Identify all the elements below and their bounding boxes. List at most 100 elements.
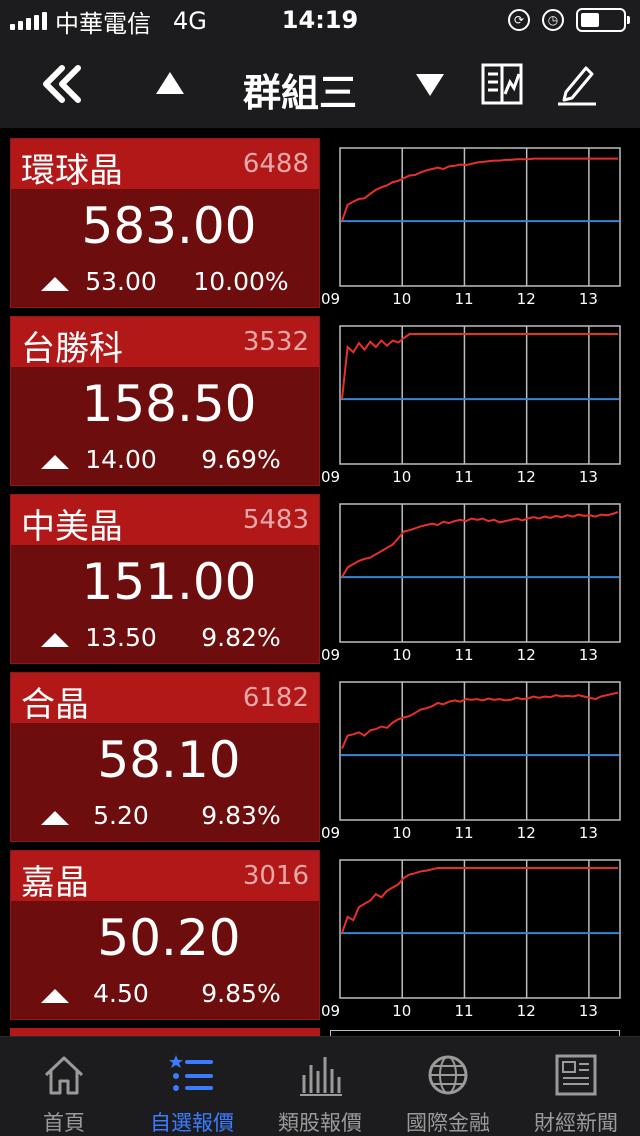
intraday-chart[interactable]: 09 10 11 12 13 (320, 316, 630, 486)
stock-row-partial[interactable] (10, 1028, 630, 1036)
x-tick-label: 10 (392, 646, 411, 664)
watchlist[interactable]: 環球晶 6488 583.00 53.00 10.00% 09 10 11 12 13 台勝科 353… (0, 128, 640, 1036)
price-change: 4.50 (93, 979, 149, 1008)
stock-code: 6182 (242, 683, 309, 713)
tab-label: 首頁 (43, 1111, 85, 1135)
stock-row[interactable]: 中美晶 5483 151.00 13.50 9.82% 09 10 11 12 13 (10, 494, 630, 664)
up-arrow-icon (41, 277, 69, 291)
x-tick-label: 09 (321, 646, 340, 664)
stock-row[interactable]: 合晶 6182 58.10 5.20 9.83% 09 10 11 12 13 (10, 672, 630, 842)
x-tick-label: 09 (321, 290, 340, 308)
stock-price: 158.50 (81, 375, 257, 433)
x-tick-label: 12 (517, 290, 536, 308)
x-tick-label: 10 (392, 824, 411, 842)
next-group-icon[interactable] (408, 62, 452, 106)
globe-icon (428, 1055, 468, 1095)
x-tick-label: 13 (579, 824, 598, 842)
up-arrow-icon (41, 989, 69, 1003)
tab-watchlist[interactable]: 自選報價 (128, 1037, 256, 1136)
intraday-chart[interactable]: 09 10 11 12 13 (320, 494, 630, 664)
stock-row[interactable]: 台勝科 3532 158.50 14.00 9.69% 09 10 11 12 13 (10, 316, 630, 486)
tab-financial-news[interactable]: 財經新聞 (512, 1037, 640, 1136)
status-bar: 中華電信 4G 14:19 ⟳ ◷ (0, 0, 640, 40)
tab-label: 類股報價 (278, 1111, 362, 1135)
stock-card-header: 台勝科 3532 (11, 317, 319, 369)
home-icon (44, 1056, 84, 1095)
price-change: 14.00 (85, 445, 157, 474)
stock-name: 合晶 (21, 685, 89, 725)
chart-frame (339, 325, 621, 465)
x-tick-label: 09 (321, 468, 340, 486)
battery-icon (576, 8, 630, 32)
stock-name: 台勝科 (21, 329, 123, 369)
x-tick-label: 13 (579, 1002, 598, 1020)
x-tick-label: 10 (392, 468, 411, 486)
price-change: 5.20 (93, 801, 149, 830)
chart-frame (339, 503, 621, 643)
chart-frame (339, 147, 621, 287)
percent-change: 9.82% (201, 623, 281, 652)
stock-name: 中美晶 (21, 507, 123, 547)
percent-change: 10.00% (193, 267, 289, 296)
tab-label: 自選報價 (150, 1111, 234, 1135)
stock-price: 151.00 (81, 553, 257, 611)
intraday-chart[interactable]: 09 10 11 12 13 (320, 850, 630, 1020)
bar-chart-icon (300, 1057, 342, 1096)
chart-view-icon[interactable] (480, 62, 524, 106)
percent-change: 9.85% (201, 979, 281, 1008)
tab-sector-quotes[interactable]: 類股報價 (256, 1037, 384, 1136)
tab-home[interactable]: 首頁 (0, 1037, 128, 1136)
stock-price: 583.00 (81, 197, 257, 255)
up-arrow-icon (41, 633, 69, 647)
stock-card-header: 嘉晶 3016 (11, 851, 319, 903)
stock-name: 嘉晶 (21, 863, 89, 903)
intraday-chart[interactable]: 09 10 11 12 13 (320, 672, 630, 842)
up-arrow-icon (41, 811, 69, 825)
x-tick-label: 11 (454, 290, 473, 308)
tab-international-finance[interactable]: 國際金融 (384, 1037, 512, 1136)
previous-group-icon[interactable] (148, 62, 192, 106)
x-tick-label: 12 (517, 824, 536, 842)
stock-row[interactable]: 環球晶 6488 583.00 53.00 10.00% 09 10 11 12 13 (10, 138, 630, 308)
stock-card[interactable]: 台勝科 3532 158.50 14.00 9.69% (10, 316, 320, 486)
x-tick-label: 09 (321, 1002, 340, 1020)
stock-card-header: 中美晶 5483 (11, 495, 319, 547)
x-tick-label: 10 (392, 290, 411, 308)
x-tick-label: 13 (579, 290, 598, 308)
price-change: 53.00 (85, 267, 157, 296)
stock-card[interactable]: 中美晶 5483 151.00 13.50 9.82% (10, 494, 320, 664)
watchlist-icon (169, 1055, 213, 1091)
price-change: 13.50 (85, 623, 157, 652)
stock-row[interactable]: 嘉晶 3016 50.20 4.50 9.85% 09 10 11 12 13 (10, 850, 630, 1020)
x-tick-label: 13 (579, 646, 598, 664)
tab-bar: 首頁 自選報價 類股報價 國際金融 財經新聞 (0, 1036, 640, 1136)
stock-code: 6488 (242, 149, 309, 179)
x-tick-label: 11 (454, 646, 473, 664)
x-tick-label: 12 (517, 646, 536, 664)
tab-label: 國際金融 (406, 1111, 490, 1135)
percent-change: 9.69% (201, 445, 281, 474)
stock-code: 3016 (242, 861, 309, 891)
tab-label: 財經新聞 (534, 1111, 618, 1135)
stock-price: 50.20 (97, 909, 241, 967)
x-tick-label: 11 (454, 468, 473, 486)
stock-card[interactable]: 環球晶 6488 583.00 53.00 10.00% (10, 138, 320, 308)
percent-change: 9.83% (201, 801, 281, 830)
rotation-lock-icon: ⟳ (508, 9, 530, 31)
chart-frame (339, 859, 621, 999)
status-right: ⟳ ◷ (508, 8, 630, 32)
stock-price: 58.10 (97, 731, 241, 789)
stock-card-header: 合晶 6182 (11, 673, 319, 725)
stock-name: 環球晶 (21, 151, 123, 191)
x-tick-label: 11 (454, 1002, 473, 1020)
up-arrow-icon (41, 455, 69, 469)
newspaper-icon (555, 1054, 597, 1096)
stock-card-header: 環球晶 6488 (11, 139, 319, 191)
back-icon[interactable] (40, 60, 88, 108)
stock-card[interactable]: 合晶 6182 58.10 5.20 9.83% (10, 672, 320, 842)
x-tick-label: 12 (517, 1002, 536, 1020)
stock-card[interactable]: 嘉晶 3016 50.20 4.50 9.85% (10, 850, 320, 1020)
intraday-chart[interactable]: 09 10 11 12 13 (320, 138, 630, 308)
edit-icon[interactable] (554, 60, 600, 106)
x-tick-label: 12 (517, 468, 536, 486)
